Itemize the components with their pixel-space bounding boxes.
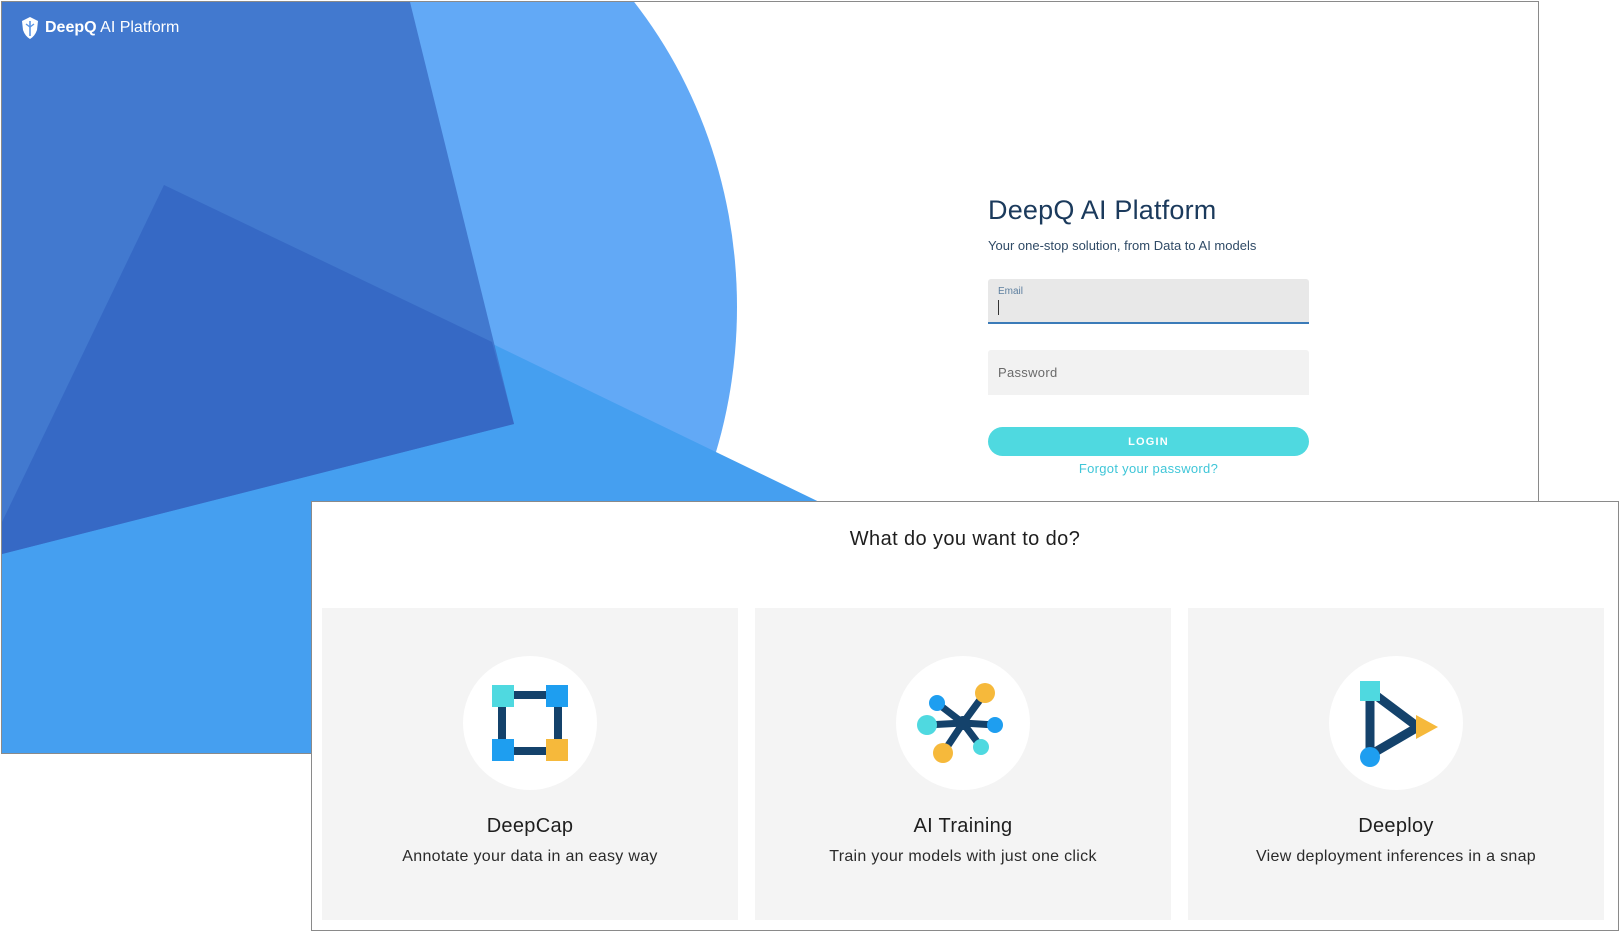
shield-logo-icon: [22, 17, 38, 39]
email-field[interactable]: Email: [988, 279, 1309, 324]
text-cursor: [998, 300, 999, 315]
card-description: Train your models with just one click: [829, 848, 1097, 865]
card-title: Deeploy: [1358, 815, 1434, 837]
forgot-password-link[interactable]: Forgot your password?: [988, 461, 1309, 476]
password-placeholder: Password: [998, 365, 1058, 380]
card-title: DeepCap: [486, 815, 574, 837]
card-deeploy[interactable]: Deeploy View deployment inferences in a …: [1188, 608, 1604, 920]
brand-logo[interactable]: DeepQ AI Platform: [20, 16, 179, 40]
login-form: DeepQ AI Platform Your one-stop solution…: [988, 195, 1309, 476]
chooser-title: What do you want to do?: [849, 528, 1081, 550]
card-ai-training[interactable]: AI Training Train your models with just …: [755, 608, 1171, 920]
deploy-play-icon: [1360, 681, 1438, 767]
card-description: View deployment inferences in a snap: [1255, 848, 1536, 865]
network-icon: [917, 683, 1003, 763]
login-button[interactable]: LOGIN: [988, 427, 1309, 456]
card-title: AI Training: [913, 815, 1013, 837]
icon-circle: [896, 656, 1030, 790]
password-field[interactable]: Password: [988, 350, 1309, 395]
card-description: Annotate your data in an easy way: [402, 848, 658, 865]
brand-name-bold: DeepQ: [45, 19, 97, 36]
brand-name-light: AI Platform: [100, 19, 180, 36]
email-label: Email: [998, 286, 1024, 297]
icon-circle: [1329, 656, 1463, 790]
login-title: DeepQ AI Platform: [988, 195, 1217, 225]
login-subtitle: Your one-stop solution, from Data to AI …: [988, 238, 1257, 253]
card-deepcap[interactable]: DeepCap Annotate your data in an easy wa…: [322, 608, 738, 920]
icon-circle: [463, 656, 597, 790]
annotation-icon: [492, 685, 568, 761]
task-chooser-panel: What do you want to do? DeepCap Annotate…: [311, 501, 1619, 931]
